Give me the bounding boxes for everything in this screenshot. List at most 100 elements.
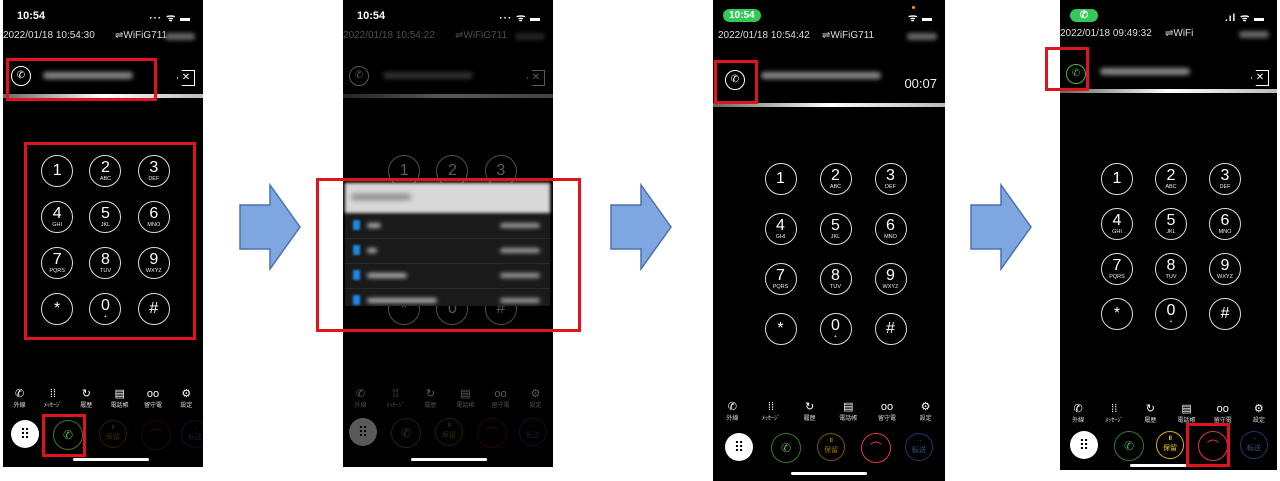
tab-history[interactable]: ↻ 履歴	[1134, 403, 1166, 424]
tab-outside-line[interactable]: ✆ 外線	[716, 401, 748, 422]
key-5[interactable]: 5 JKL	[819, 213, 852, 245]
dialpad-button[interactable]: ⠿	[349, 418, 377, 446]
key-9[interactable]: 9 WXYZ	[874, 263, 907, 295]
key-8[interactable]: 8 TUV	[819, 263, 852, 295]
phone-number-field[interactable]	[383, 72, 473, 79]
hold-button[interactable]: ॥ 保留	[99, 420, 127, 448]
phonebook-icon: ▤	[843, 401, 854, 413]
tab-settings[interactable]: ⚙ 設定	[520, 388, 552, 409]
phone-icon[interactable]: ✆	[349, 66, 369, 86]
signal-wifi-battery-icon: ··· ᯤ ▬	[149, 13, 191, 24]
status-bar: ✆ .ıl ᯤ ▬	[1060, 4, 1277, 24]
status-time: 10:54	[357, 10, 386, 22]
signal-wifi-battery-icon: .ıl ᯤ ▬	[1224, 13, 1265, 24]
tab-phonebook[interactable]: ▤ 電話帳	[104, 388, 136, 409]
transfer-button[interactable]: → 転送	[519, 418, 547, 446]
call-button[interactable]: ✆	[771, 433, 801, 463]
tab-history[interactable]: ↻ 履歴	[70, 388, 102, 409]
key-star[interactable]: *	[764, 313, 797, 345]
tab-voicemail[interactable]: ᴏᴏ 留守電	[1207, 403, 1239, 424]
phone-icon: ✆	[355, 388, 366, 400]
status-time: 10:54	[17, 10, 46, 22]
message-icon: ⁞⁞	[392, 388, 399, 400]
tab-phonebook[interactable]: ▤ 電話帳	[450, 388, 482, 409]
key-3[interactable]: 3 DEF	[1209, 163, 1241, 195]
tab-outside-line[interactable]: ✆ 外線	[345, 388, 377, 409]
key-2[interactable]: 2 ABC	[819, 163, 852, 195]
hold-button[interactable]: ॥ 保留	[817, 433, 845, 461]
key-8[interactable]: 8 TUV	[1155, 253, 1187, 285]
divider	[343, 94, 553, 98]
keypad: 1 2 ABC 3 DEF 4 GHI 5 JKL 6 MNO 7 PQRS 8 TUV 9W…	[753, 163, 918, 345]
key-6[interactable]: 6 MNO	[1209, 208, 1241, 240]
tab-history[interactable]: ↻ 履歴	[415, 388, 447, 409]
signal-wifi-battery-icon: ··· ᯤ ▬	[499, 13, 541, 24]
phone-screen-4: ✆ .ıl ᯤ ▬ 2022/01/18 09:49:32 ⇌WiFi ✆ ✕ …	[1060, 0, 1277, 470]
tab-voicemail[interactable]: ᴏᴏ 留守電	[485, 388, 517, 409]
key-star[interactable]: *	[1101, 298, 1133, 330]
hold-button[interactable]: ॥ 保留	[435, 418, 463, 446]
key-0[interactable]: 0 +	[819, 313, 852, 345]
hold-button[interactable]: ॥ 保留	[1156, 431, 1184, 459]
divider	[1060, 89, 1277, 93]
tab-history[interactable]: ↻ 履歴	[794, 401, 826, 422]
tab-message[interactable]: ⁞⁞ ﾒｯｾｰｼﾞ	[37, 388, 69, 409]
phone-number-field[interactable]	[1100, 68, 1190, 75]
tab-voicemail[interactable]: ᴏᴏ 留守電	[871, 401, 903, 422]
key-0[interactable]: 0 +	[1155, 298, 1187, 330]
key-1[interactable]: 1	[1101, 163, 1133, 195]
key-3[interactable]: 3 DEF	[874, 163, 907, 195]
dialpad-button[interactable]: ⠿	[725, 433, 753, 461]
history-icon: ↻	[425, 388, 436, 400]
tab-phonebook[interactable]: ▤ 電話帳	[832, 401, 864, 422]
call-button[interactable]: ✆	[391, 418, 421, 448]
tab-bar: ✆ 外線 ⁞⁞ ﾒｯｾｰｼﾞ ↻ 履歴 ▤ 電話帳 ᴏᴏ 留守電 ⚙ 設定	[713, 401, 945, 422]
tab-outside-line[interactable]: ✆ 外線	[1062, 403, 1094, 424]
key-5[interactable]: 5 JKL	[1155, 208, 1187, 240]
transfer-button[interactable]: → 転送	[905, 433, 933, 461]
tab-bar: ✆ 外線 ⁞⁞ ﾒｯｾｰｼﾞ ↻ 履歴 ▤ 電話帳 ᴏᴏ 留守電 ⚙ 設定	[343, 388, 553, 409]
backspace-button[interactable]: ✕	[527, 70, 545, 86]
key-6[interactable]: 6 MNO	[874, 213, 907, 245]
tab-message[interactable]: ⁞⁞ ﾒｯｾｰｼﾞ	[380, 388, 412, 409]
voicemail-icon: ᴏᴏ	[1216, 403, 1229, 415]
transfer-button[interactable]: → 転送	[181, 420, 203, 448]
network-label: ⇌WiFiG711	[455, 30, 508, 41]
tab-settings[interactable]: ⚙ 設定	[170, 388, 202, 409]
transfer-button[interactable]: → 転送	[1240, 431, 1268, 459]
key-1[interactable]: 1	[764, 163, 797, 195]
phone-icon: ✆	[727, 401, 737, 413]
key-hash[interactable]: #	[1209, 298, 1241, 330]
tab-settings[interactable]: ⚙ 設定	[1243, 403, 1275, 424]
gear-icon: ⚙	[181, 388, 192, 400]
tab-outside-line[interactable]: ✆ 外線	[4, 388, 36, 409]
tab-message[interactable]: ⁞⁞ ﾒｯｾｰｼﾞ	[755, 401, 787, 422]
dialpad-button[interactable]: ⠿	[1070, 431, 1098, 459]
phone-number-field[interactable]	[761, 72, 881, 79]
key-7[interactable]: 7 PQRS	[764, 263, 797, 295]
tab-voicemail[interactable]: ᴏᴏ 留守電	[137, 388, 169, 409]
gear-icon: ⚙	[530, 388, 541, 400]
tab-phonebook[interactable]: ▤ 電話帳	[1171, 403, 1203, 424]
dialpad-button[interactable]: ⠿	[11, 420, 39, 448]
tab-bar: ✆ 外線 ⁞⁞ ﾒｯｾｰｼﾞ ↻ 履歴 ▤ 電話帳 ᴏᴏ 留守電 ⚙ 設定	[3, 388, 203, 409]
gear-icon: ⚙	[1253, 403, 1264, 415]
backspace-button[interactable]: ✕	[177, 70, 195, 86]
call-info-row: 2022/01/18 10:54:22 ⇌WiFiG711	[343, 30, 553, 44]
extension-number	[1239, 31, 1269, 38]
key-2[interactable]: 2 ABC	[1155, 163, 1187, 195]
key-hash[interactable]: #	[874, 313, 907, 345]
key-4[interactable]: 4 GHI	[1101, 208, 1133, 240]
hangup-button[interactable]: ⌒	[477, 418, 507, 448]
key-9[interactable]: 9 WXYZ	[1209, 253, 1241, 285]
tab-settings[interactable]: ⚙ 設定	[910, 401, 942, 422]
key-4[interactable]: 4 GHI	[764, 213, 797, 245]
tab-message[interactable]: ⁞⁞ ﾒｯｾｰｼﾞ	[1098, 403, 1130, 424]
key-7[interactable]: 7 PQRS	[1101, 253, 1133, 285]
hangup-button[interactable]: ⌒	[141, 420, 171, 450]
call-button[interactable]: ✆	[1114, 431, 1144, 461]
arrow-right-icon	[239, 183, 301, 271]
home-indicator	[411, 458, 487, 461]
backspace-button[interactable]: ✕	[1251, 70, 1269, 86]
hangup-button[interactable]: ⌒	[861, 433, 891, 463]
